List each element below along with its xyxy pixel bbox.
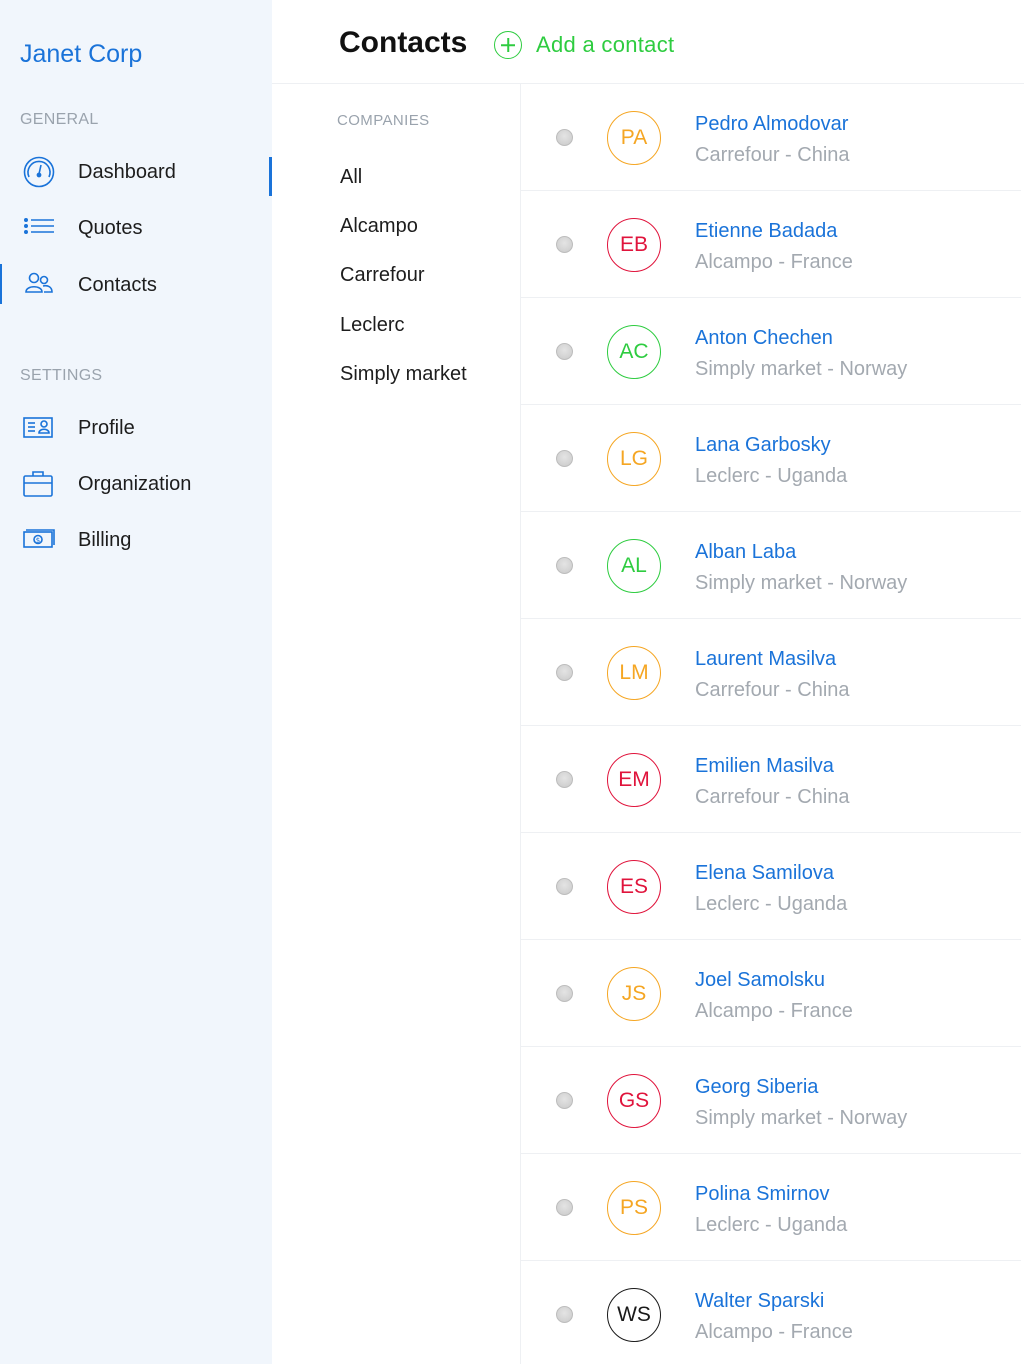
list-icon [22,211,56,245]
current-page-indicator [0,264,2,304]
contact-select-radio[interactable] [556,1199,573,1216]
contact-row[interactable]: PS Polina Smirnov Leclerc - Uganda [521,1154,1021,1261]
contact-row[interactable]: ES Elena Samilova Leclerc - Uganda [521,833,1021,940]
contact-select-radio[interactable] [556,771,573,788]
briefcase-icon [22,467,56,501]
contact-avatar: AC [607,325,661,379]
sidebar-item-label: Profile [78,416,135,439]
sidebar-item-dashboard[interactable]: Dashboard [0,149,272,195]
sidebar-item-quotes[interactable]: Quotes [0,205,272,251]
contact-name[interactable]: Emilien Masilva [695,755,834,778]
contact-name[interactable]: Walter Sparski [695,1290,824,1313]
contact-name[interactable]: Pedro Almodovar [695,113,848,136]
sidebar-item-organization[interactable]: Organization [0,461,272,507]
page-title: Contacts [339,26,468,59]
contact-company-country: Carrefour - China [695,786,850,808]
contact-row[interactable]: AC Anton Chechen Simply market - Norway [521,298,1021,405]
sidebar-item-contacts[interactable]: Contacts [0,262,272,308]
contact-select-radio[interactable] [556,557,573,574]
contact-company-country: Alcampo - France [695,1321,853,1343]
contact-select-radio[interactable] [556,985,573,1002]
contact-name[interactable]: Etienne Badada [695,220,837,243]
contact-company-country: Leclerc - Uganda [695,893,848,915]
sidebar: Janet Corp GENERAL Dashboard Quotes Cont… [0,0,272,1364]
contact-row[interactable]: LM Laurent Masilva Carrefour - China [521,619,1021,726]
contact-avatar: ES [607,860,661,914]
contact-row[interactable]: LG Lana Garbosky Leclerc - Uganda [521,405,1021,512]
contact-select-radio[interactable] [556,129,573,146]
contact-company-country: Carrefour - China [695,679,850,701]
contact-avatar: LM [607,646,661,700]
contact-select-radio[interactable] [556,236,573,253]
contact-select-radio[interactable] [556,343,573,360]
contact-company-country: Alcampo - France [695,1000,853,1022]
contact-name[interactable]: Anton Chechen [695,327,833,350]
contact-company-country: Simply market - Norway [695,358,908,380]
contact-name[interactable]: Alban Laba [695,541,796,564]
contact-row[interactable]: JS Joel Samolsku Alcampo - France [521,940,1021,1047]
contact-name[interactable]: Joel Samolsku [695,969,825,992]
contact-avatar: JS [607,967,661,1021]
contact-company-country: Simply market - Norway [695,1107,908,1129]
contact-select-radio[interactable] [556,878,573,895]
company-filter-leclerc[interactable]: Leclerc [340,314,404,337]
users-icon [22,268,56,302]
company-filter-alcampo[interactable]: Alcampo [340,215,418,238]
contact-avatar: LG [607,432,661,486]
companies-heading: COMPANIES [337,112,430,129]
banknote-icon: $ [22,523,56,557]
dashboard-gauge-icon [22,155,56,189]
contact-name[interactable]: Polina Smirnov [695,1183,830,1206]
contact-avatar: WS [607,1288,661,1342]
sidebar-item-label: Billing [78,528,132,551]
id-card-icon [22,411,56,445]
sidebar-item-profile[interactable]: Profile [0,405,272,451]
contact-row[interactable]: AL Alban Laba Simply market - Norway [521,512,1021,619]
contact-avatar: EB [607,218,661,272]
sidebar-item-billing[interactable]: $ Billing [0,517,272,563]
general-section-label: GENERAL [20,111,99,128]
contact-avatar: PS [607,1181,661,1235]
settings-section-label: SETTINGS [20,367,103,384]
contact-row[interactable]: GS Georg Siberia Simply market - Norway [521,1047,1021,1154]
contact-name[interactable]: Georg Siberia [695,1076,818,1099]
contact-avatar: GS [607,1074,661,1128]
contact-name[interactable]: Lana Garbosky [695,434,831,457]
sidebar-item-label: Dashboard [78,160,176,183]
contact-row[interactable]: PA Pedro Almodovar Carrefour - China [521,84,1021,191]
svg-text:$: $ [36,537,40,545]
contact-avatar: PA [607,111,661,165]
contact-company-country: Carrefour - China [695,144,850,166]
sidebar-item-label: Organization [78,472,192,495]
contact-list: PA Pedro Almodovar Carrefour - China EB Etie… [520,84,1024,1364]
contact-company-country: Leclerc - Uganda [695,1214,848,1236]
contact-row[interactable]: EM Emilien Masilva Carrefour - China [521,726,1021,833]
contact-name[interactable]: Elena Samilova [695,862,834,885]
contact-company-country: Alcampo - France [695,251,853,273]
add-contact-label: Add a contact [536,32,675,57]
add-contact-button[interactable]: Add a contact [494,30,674,60]
company-filter-carrefour[interactable]: Carrefour [340,264,424,287]
contact-avatar: EM [607,753,661,807]
sidebar-item-label: Quotes [78,216,143,239]
contact-avatar: AL [607,539,661,593]
contact-select-radio[interactable] [556,1306,573,1323]
contact-company-country: Simply market - Norway [695,572,908,594]
company-filter-all[interactable]: All [340,166,362,189]
contact-select-radio[interactable] [556,450,573,467]
contact-name[interactable]: Laurent Masilva [695,648,836,671]
contact-row[interactable]: WS Walter Sparski Alcampo - France [521,1261,1021,1364]
sidebar-item-label: Contacts [78,273,157,296]
contact-select-radio[interactable] [556,664,573,681]
companies-filter: COMPANIES All Alcampo Carrefour Leclerc … [272,84,520,1364]
plus-circle-icon [494,31,522,59]
contact-company-country: Leclerc - Uganda [695,465,848,487]
brand-name[interactable]: Janet Corp [20,40,142,69]
company-filter-simply-market[interactable]: Simply market [340,363,467,386]
contact-select-radio[interactable] [556,1092,573,1109]
page-header: Contacts Add a contact [272,0,1024,84]
contact-row[interactable]: EB Etienne Badada Alcampo - France [521,191,1021,298]
